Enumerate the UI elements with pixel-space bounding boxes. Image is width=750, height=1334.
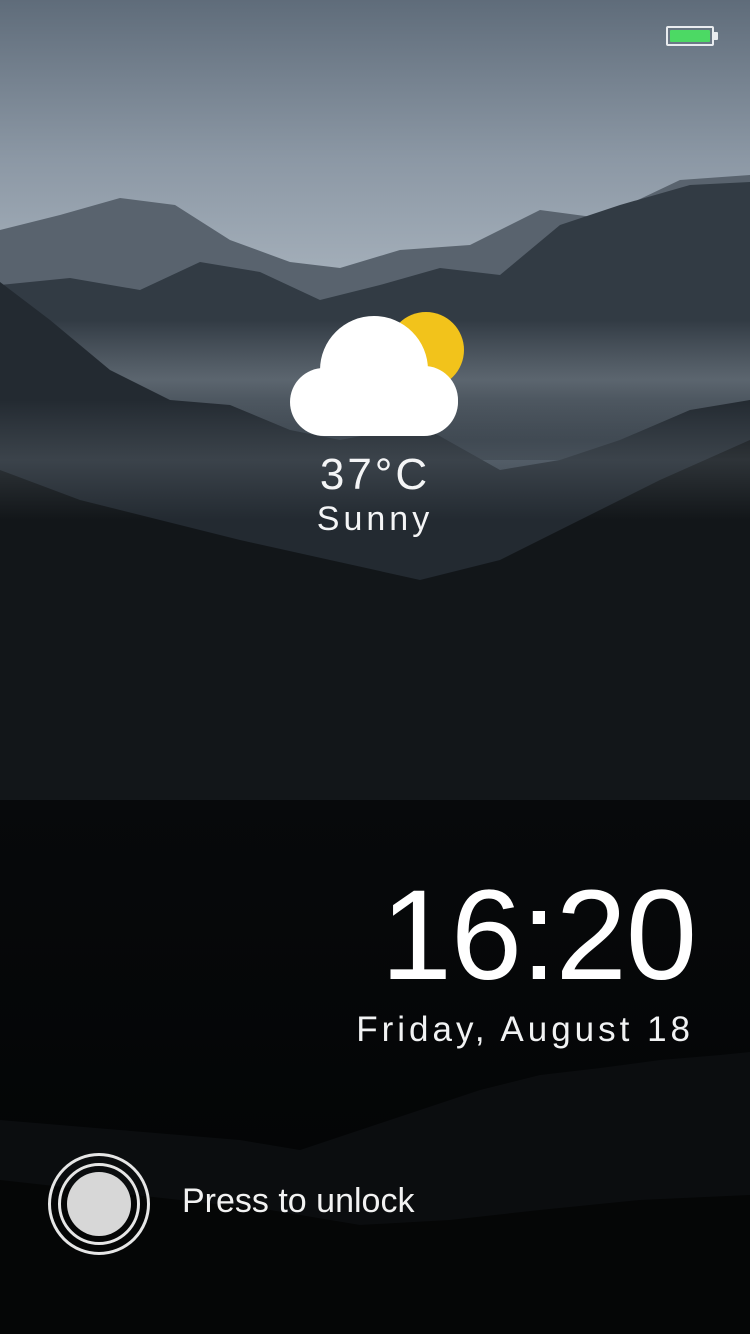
battery-cap bbox=[714, 32, 718, 40]
partly-sunny-icon bbox=[290, 312, 464, 436]
battery-level bbox=[670, 30, 710, 42]
weather-condition: Sunny bbox=[316, 500, 434, 538]
unlock-knob-icon[interactable] bbox=[67, 1172, 131, 1236]
temperature: 37°C bbox=[319, 450, 431, 499]
unlock-label: Press to unlock bbox=[182, 1182, 415, 1220]
clock-date: Friday, August 18 bbox=[356, 1010, 694, 1049]
clock-time: 16:20 bbox=[380, 864, 697, 1007]
unlock-button[interactable] bbox=[48, 1153, 150, 1255]
mountain-wallpaper bbox=[0, 0, 750, 1334]
lock-screen: 37°C Sunny 16:20 Friday, August 18 Press… bbox=[0, 0, 750, 1334]
battery-icon bbox=[666, 26, 718, 46]
